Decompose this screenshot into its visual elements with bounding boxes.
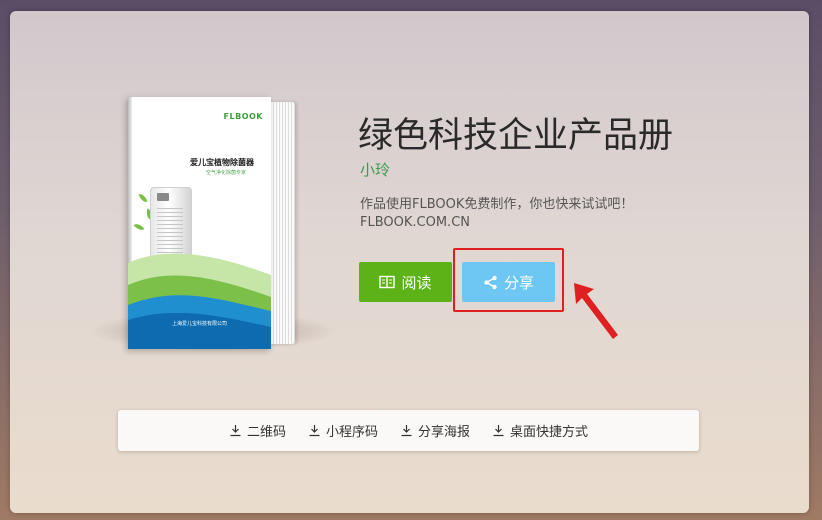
download-icon <box>401 425 412 437</box>
leaf-icon <box>133 221 145 233</box>
download-label: 分享海报 <box>418 425 471 440</box>
cover-title: 爱儿宝植物除菌器 <box>190 158 254 167</box>
cover-subtitle: 空气净化除菌专家 <box>206 170 247 176</box>
cover-logo: FLBOOK <box>223 112 263 121</box>
download-icon <box>309 425 320 437</box>
pointer-arrow-icon <box>574 283 618 339</box>
download-icon <box>230 425 241 437</box>
book-pages <box>268 102 295 344</box>
cover-footer: 上海爱儿宝科技有限公司 <box>171 321 227 327</box>
download-miniprogram-code[interactable]: 小程序码 <box>308 421 378 440</box>
leaf-icon <box>138 192 148 204</box>
download-label: 小程序码 <box>325 425 378 440</box>
download-label: 桌面快捷方式 <box>510 425 589 440</box>
cover-wave-graphic <box>128 253 271 349</box>
book-title: 绿色科技企业产品册 <box>358 116 674 156</box>
download-share-poster[interactable]: 分享海报 <box>400 421 470 440</box>
download-label: 二维码 <box>246 425 286 440</box>
description-line: 作品使用FLBOOK免费制作，你也快来试试吧！ <box>360 197 634 212</box>
download-icon <box>493 425 504 437</box>
book-share-card: FLBOOK 爱儿宝植物除菌器 空气净化除菌专家 上海爱儿宝科技有限公司 绿色科… <box>10 11 809 513</box>
download-qrcode[interactable]: 二维码 <box>229 421 286 440</box>
description-link[interactable]: FLBOOK.COM.CN <box>360 214 633 232</box>
book-author[interactable]: 小玲 <box>360 159 390 180</box>
download-desktop-shortcut[interactable]: 桌面快捷方式 <box>492 421 588 440</box>
book-cover: FLBOOK 爱儿宝植物除菌器 空气净化除菌专家 上海爱儿宝科技有限公司 <box>128 97 271 349</box>
read-button-label: 阅读 <box>401 273 432 292</box>
download-options-bar: 二维码 小程序码 分享海报 桌面快捷方式 <box>118 410 699 451</box>
book-open-icon <box>379 275 396 289</box>
book-description: 作品使用FLBOOK免费制作，你也快来试试吧！ FLBOOK.COM.CN <box>360 196 633 232</box>
share-highlight-box <box>453 248 564 312</box>
book-cover-preview[interactable]: FLBOOK 爱儿宝植物除菌器 空气净化除菌专家 上海爱儿宝科技有限公司 <box>128 97 308 351</box>
read-button[interactable]: 阅读 <box>359 262 452 302</box>
